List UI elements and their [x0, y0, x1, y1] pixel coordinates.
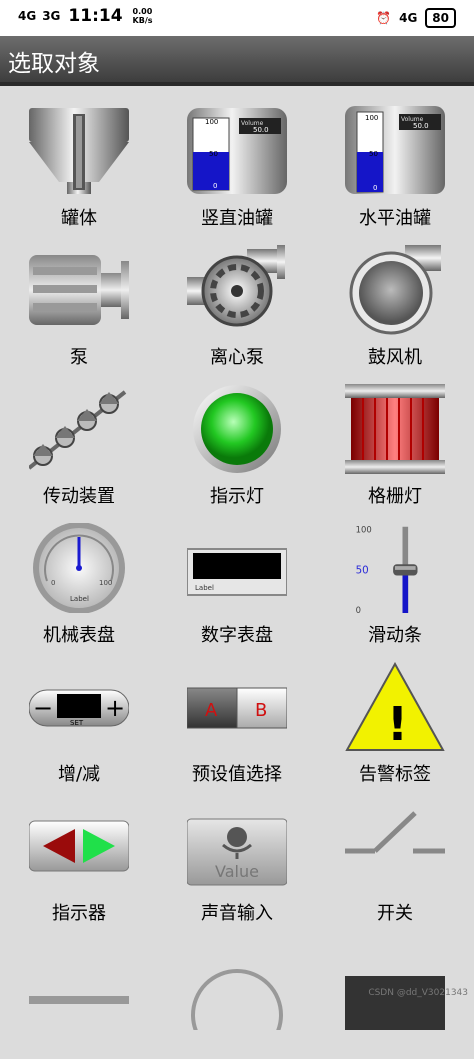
status-bar: 4G 3G 11:14 0.00 KB/s ⏰ 4G 80 [0, 0, 474, 36]
gauge-mid-label: 50 [369, 150, 378, 158]
object-item-voice-input[interactable]: Value 声音输入 [158, 781, 316, 924]
trend-chart-icon [345, 940, 445, 1030]
object-item-warning-label[interactable]: ! 告警标签 [316, 642, 474, 785]
object-item-centrifugal-pump[interactable]: 离心泵 [158, 225, 316, 368]
gauge-bottom-label: 0 [213, 182, 217, 190]
increment-decrement-icon: − + SET [29, 662, 129, 752]
object-item-vertical-oil-tank[interactable]: 100 50 0 Volume 50.0 竖直油罐 [158, 86, 316, 229]
mechanical-dial-icon: 0 100 Label [29, 523, 129, 613]
preset-selector-icon: A B [187, 662, 287, 752]
direction-indicator-icon [29, 801, 129, 891]
gauge-top-label: 100 [205, 118, 218, 126]
volume-value: 50.0 [413, 122, 429, 130]
round-meter-icon [187, 940, 287, 1030]
gauge-bottom-label: 0 [373, 184, 377, 192]
option-b: B [255, 700, 267, 721]
slider-tick-top: 100 [356, 524, 372, 534]
object-item-slider[interactable]: 100 50 0 滑动条 [316, 503, 474, 646]
warning-label-icon: ! [345, 662, 445, 752]
slider-tick-mid: 50 [356, 565, 369, 577]
object-item-partial-1[interactable] [0, 920, 158, 1059]
option-a: A [205, 700, 218, 721]
grille-light-icon [345, 384, 445, 474]
battery-indicator: 80 [425, 8, 456, 28]
conveyor-icon [29, 384, 129, 474]
decrement-button: − [33, 694, 53, 722]
signal-icon-2: 3G [42, 9, 61, 23]
gauge-mid-label: 50 [209, 150, 218, 158]
page-title: 选取对象 [8, 51, 100, 77]
vertical-oil-tank-icon: 100 50 0 Volume 50.0 [187, 106, 287, 196]
slider-icon: 100 50 0 [345, 523, 445, 613]
object-item-horizontal-oil-tank[interactable]: 100 50 0 Volume 50.0 水平油罐 [316, 86, 474, 229]
increment-button: + [105, 694, 125, 722]
pump-icon [29, 245, 129, 335]
centrifugal-pump-icon [187, 245, 287, 335]
object-item-conveyor[interactable]: 传动装置 [0, 364, 158, 507]
app-bar: 选取对象 [0, 36, 474, 86]
network-speed: 0.00 KB/s [132, 7, 153, 25]
horizontal-oil-tank-icon: 100 50 0 Volume 50.0 [345, 106, 445, 196]
set-label: SET [70, 719, 84, 727]
object-item-preset-selector[interactable]: A B 预设值选择 [158, 642, 316, 785]
pipe-icon [29, 940, 129, 1030]
indicator-light-icon [187, 384, 287, 474]
clock: 11:14 [68, 6, 123, 26]
digital-dial-icon: Label [187, 523, 287, 613]
slider-tick-bottom: 0 [356, 605, 361, 613]
switch-icon [345, 801, 445, 891]
volume-value: 50.0 [253, 126, 269, 134]
watermark: CSDN @dd_V3021343 [368, 988, 468, 998]
alarm-icon: ⏰ [376, 11, 392, 25]
dial-label: Label [195, 584, 214, 592]
signal-icon-right: 4G [399, 11, 418, 25]
object-item-digital-dial[interactable]: Label 数字表盘 [158, 503, 316, 646]
dial-min-label: 0 [51, 579, 55, 587]
object-item-pump[interactable]: 泵 [0, 225, 158, 368]
dial-max-label: 100 [99, 579, 112, 587]
dial-label: Label [70, 595, 89, 603]
warning-mark: ! [387, 697, 408, 751]
object-item-increment-decrement[interactable]: − + SET 增/减 [0, 642, 158, 785]
blower-icon [345, 245, 445, 335]
object-item-switch[interactable]: 开关 [316, 781, 474, 924]
object-item-tank[interactable]: 罐体 [0, 86, 158, 229]
voice-input-icon: Value [187, 801, 287, 891]
object-item-indicator-light[interactable]: 指示灯 [158, 364, 316, 507]
object-item-direction-indicator[interactable]: 指示器 [0, 781, 158, 924]
signal-icon: 4G [18, 9, 37, 23]
value-text: Value [215, 862, 259, 881]
object-item-grille-light[interactable]: 格栅灯 [316, 364, 474, 507]
object-item-mechanical-dial[interactable]: 0 100 Label 机械表盘 [0, 503, 158, 646]
tank-icon [29, 106, 129, 196]
gauge-top-label: 100 [365, 114, 378, 122]
object-item-partial-2[interactable] [158, 920, 316, 1059]
object-item-blower[interactable]: 鼓风机 [316, 225, 474, 368]
